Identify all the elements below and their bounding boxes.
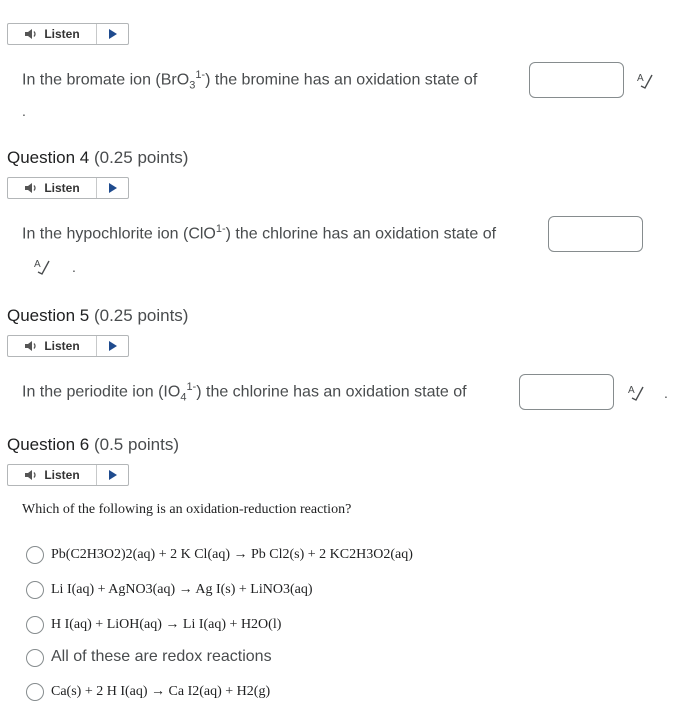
question-6-title: Question 6 (0.5 points) — [7, 435, 180, 454]
svg-text:A: A — [628, 385, 635, 396]
trailing-period: . — [22, 103, 26, 119]
listen-button-q4[interactable]: Listen — [7, 177, 129, 199]
listen-label: Listen — [44, 468, 80, 482]
play-button[interactable] — [97, 24, 128, 44]
svg-text:A: A — [34, 259, 41, 270]
option-radio-5[interactable] — [26, 683, 44, 701]
listen-button-q5[interactable]: Listen — [7, 335, 129, 357]
play-button[interactable] — [97, 465, 128, 485]
spellcheck-icon[interactable]: A — [33, 257, 51, 275]
option-radio-2[interactable] — [26, 581, 44, 599]
option-label-5[interactable]: Ca(s) + 2 H I(aq) → Ca I2(aq) + H2(g) — [51, 684, 270, 700]
play-icon — [108, 29, 117, 39]
question-6-prompt: Which of the following is an oxidation-r… — [22, 502, 352, 517]
spellcheck-icon[interactable]: A — [627, 383, 645, 401]
speaker-icon — [25, 183, 36, 193]
listen-main-q4[interactable]: Listen — [8, 178, 97, 198]
trailing-period: . — [72, 259, 76, 275]
listen-button-q6[interactable]: Listen — [7, 464, 129, 486]
listen-label: Listen — [44, 27, 80, 41]
answer-input-q5[interactable] — [519, 374, 614, 410]
listen-main-q3[interactable]: Listen — [8, 24, 97, 44]
play-button[interactable] — [97, 178, 128, 198]
option-label-4[interactable]: All of these are redox reactions — [51, 648, 272, 666]
option-label-2[interactable]: Li I(aq) + AgNO3(aq) → Ag I(s) + LiNO3(a… — [51, 582, 313, 598]
option-label-3[interactable]: H I(aq) + LiOH(aq) → Li I(aq) + H2O(l) — [51, 617, 281, 633]
play-icon — [108, 183, 117, 193]
play-button[interactable] — [97, 336, 128, 356]
speaker-icon — [25, 470, 36, 480]
listen-button-q3[interactable]: Listen — [7, 23, 129, 45]
spellcheck-icon[interactable]: A — [636, 71, 654, 89]
speaker-icon — [25, 341, 36, 351]
question-4-title: Question 4 (0.25 points) — [7, 148, 189, 167]
answer-input-q4[interactable] — [548, 216, 643, 252]
option-radio-1[interactable] — [26, 546, 44, 564]
listen-label: Listen — [44, 339, 80, 353]
listen-label: Listen — [44, 181, 80, 195]
play-icon — [108, 470, 117, 480]
answer-input-q3[interactable] — [529, 62, 624, 98]
play-icon — [108, 341, 117, 351]
question-4-text: In the hypochlorite ion (ClO1-) the chlo… — [22, 223, 497, 243]
question-5-text: In the periodite ion (IO41-) the chlorin… — [22, 381, 467, 404]
speaker-icon — [25, 29, 36, 39]
question-5-title: Question 5 (0.25 points) — [7, 306, 189, 325]
svg-text:A: A — [637, 73, 644, 84]
listen-main-q5[interactable]: Listen — [8, 336, 97, 356]
option-label-1[interactable]: Pb(C2H3O2)2(aq) + 2 K Cl(aq) → Pb Cl2(s)… — [51, 547, 413, 563]
question-3-text: In the bromate ion (BrO31-) the bromine … — [22, 69, 478, 92]
option-radio-4[interactable] — [26, 649, 44, 667]
listen-main-q6[interactable]: Listen — [8, 465, 97, 485]
option-radio-3[interactable] — [26, 616, 44, 634]
trailing-period: . — [664, 385, 668, 401]
